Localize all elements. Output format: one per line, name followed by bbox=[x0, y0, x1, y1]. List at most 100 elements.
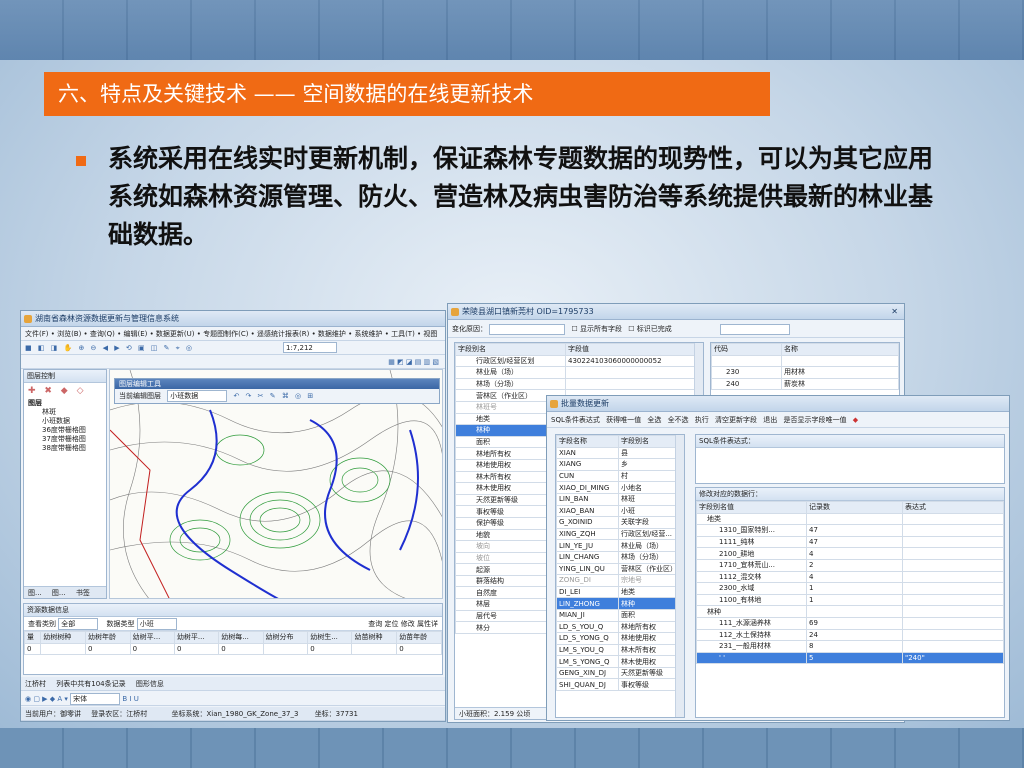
table-row[interactable]: YING_LIN_QU 营林区（作业区） bbox=[556, 562, 684, 576]
main-menu-bar[interactable]: 文件(F) • 浏览(B) • 查询(Q) • 编辑(E) • 数据更新(U) … bbox=[21, 327, 445, 341]
table-row[interactable]: XIAN 县 bbox=[556, 446, 684, 460]
table-row[interactable]: LIN_YE_JU 林业局（场） bbox=[556, 539, 684, 552]
expression-cell[interactable]: "240" bbox=[902, 651, 1004, 665]
close-icon[interactable]: ✕ bbox=[891, 304, 898, 320]
map-canvas[interactable]: 图层编辑工具 当前编辑图层 小班数据 ↶ ↷ ✂ ✎ ⌘ ◎ ⊞ bbox=[109, 369, 443, 599]
grid-header[interactable]: 表达式 bbox=[902, 501, 1004, 514]
table-row[interactable]: MIAN_JI 面积 bbox=[556, 608, 684, 622]
left-tab[interactable]: 图... bbox=[24, 589, 46, 597]
sql-expression-input[interactable] bbox=[696, 448, 1004, 482]
exit-button[interactable]: 退出 bbox=[763, 412, 777, 427]
layer-item[interactable]: 37度带栅格图 bbox=[28, 435, 106, 444]
query-button[interactable]: 查询 bbox=[368, 620, 382, 628]
scrollbar[interactable] bbox=[675, 435, 684, 717]
main-toolbar-2[interactable]: ▦ ◩ ◪ ▤ ▥ ▧ bbox=[21, 355, 445, 369]
status-tab[interactable]: 江桥村 bbox=[25, 680, 46, 688]
expression-cell[interactable] bbox=[902, 547, 1004, 560]
table-row[interactable]: 林场（分场） bbox=[455, 377, 703, 391]
edit-layer-select[interactable]: 小班数据 bbox=[167, 390, 228, 402]
pin-icon[interactable]: ◆ bbox=[853, 416, 858, 424]
expression-cell[interactable] bbox=[902, 640, 1004, 653]
table-row[interactable]: 2300_水域 1 bbox=[696, 582, 1004, 595]
grid-header[interactable]: 字段值 bbox=[565, 343, 703, 356]
show-unique-toggle[interactable]: 是否显示字段唯一值 bbox=[784, 412, 847, 427]
table-row[interactable]: ZONG_DI 宗地号 bbox=[556, 574, 684, 587]
table-row[interactable]: 1112_混交林 4 bbox=[696, 570, 1004, 584]
get-unique-button[interactable]: 获得唯一值 bbox=[606, 412, 641, 427]
table-row[interactable]: DI_LEI 地类 bbox=[556, 585, 684, 599]
expression-cell[interactable] bbox=[902, 535, 1004, 549]
table-row[interactable]: 240 薪炭林 bbox=[711, 377, 899, 391]
table-row[interactable]: 0 0 0 0 0 0 0 bbox=[24, 642, 442, 656]
table-row[interactable] bbox=[711, 354, 899, 368]
table-row[interactable]: XIAO_DI_MING 小地名 bbox=[556, 481, 684, 494]
table-row[interactable]: LIN_BAN 林班 bbox=[556, 492, 684, 506]
table-row[interactable]: LM_S_YONG_Q 林木使用权 bbox=[556, 655, 684, 668]
detail-button[interactable]: 属性详 bbox=[417, 620, 438, 628]
expression-cell[interactable] bbox=[902, 570, 1004, 584]
draw-toolbar[interactable]: ◉ ▢ ▶ ◆ A ▾ 宋体 B I U bbox=[21, 692, 445, 706]
layer-item[interactable]: 36度带栅格图 bbox=[28, 426, 106, 435]
table-row[interactable]: LIN_CHANG 林场（分场） bbox=[556, 550, 684, 564]
table-row[interactable]: 行政区划/经营区划 430224103060000000052 bbox=[455, 354, 703, 368]
expression-cell[interactable] bbox=[902, 558, 1004, 572]
table-row[interactable]: 111_水源涵养林 69 bbox=[696, 616, 1004, 630]
grid-header[interactable]: 幼树每... bbox=[218, 631, 264, 644]
grid-header[interactable]: 幼苗年龄 bbox=[396, 631, 442, 644]
layer-item[interactable]: 小班数据 bbox=[28, 417, 106, 426]
toolbar-icons[interactable]: ■ ◧ ◨ ✋ ⊕ ⊖ ◀ ▶ ⟲ ▣ ◫ ✎ ⌖ ◎ bbox=[25, 344, 194, 352]
code-filter-select[interactable] bbox=[719, 323, 790, 335]
table-row[interactable]: 林业局（场） bbox=[455, 366, 703, 379]
grid-header[interactable]: 记录数 bbox=[806, 501, 903, 514]
expression-cell[interactable] bbox=[902, 616, 1004, 630]
layer-item[interactable]: 38度带栅格图 bbox=[28, 444, 106, 453]
mark-done-checkbox[interactable]: ☐ 标识已完成 bbox=[628, 325, 672, 333]
select-none-button[interactable]: 全不选 bbox=[668, 412, 689, 427]
grid-header[interactable]: 字段别名 bbox=[618, 435, 684, 448]
expression-cell[interactable] bbox=[902, 593, 1004, 607]
field-value-cell[interactable] bbox=[565, 366, 703, 379]
grid-header[interactable]: 幼树平... bbox=[173, 631, 220, 644]
table-row[interactable]: XIAO_BAN 小班 bbox=[556, 504, 684, 518]
grid-header[interactable]: 字段别名值 bbox=[696, 501, 807, 514]
grid-header[interactable]: 幼树年龄 bbox=[84, 631, 131, 644]
execute-button[interactable]: 执行 bbox=[695, 412, 709, 427]
show-all-checkbox[interactable]: ☐ 显示所有字段 bbox=[571, 325, 622, 333]
status-tab[interactable]: 列表中共有104条记录 bbox=[56, 680, 125, 688]
table-row[interactable]: 林种 bbox=[696, 605, 1004, 618]
layer-item[interactable]: 林斑 bbox=[28, 408, 106, 417]
data-type-select[interactable]: 小班 bbox=[136, 618, 177, 630]
grid-header[interactable]: 量 bbox=[24, 631, 42, 644]
grid-header[interactable]: 幼树树种 bbox=[40, 631, 86, 644]
field-value-cell[interactable] bbox=[565, 377, 703, 391]
grid-header[interactable]: 代码 bbox=[711, 343, 782, 356]
table-row[interactable]: 1310_国家特别... 47 bbox=[696, 524, 1004, 537]
left-tab[interactable]: 图... bbox=[48, 589, 70, 597]
grid-header[interactable]: 名称 bbox=[781, 343, 899, 356]
grid-header[interactable]: 字段别名 bbox=[455, 343, 566, 356]
table-row[interactable]: 1100_有林地 1 bbox=[696, 593, 1004, 607]
scale-input[interactable]: 1:7,212 bbox=[283, 342, 337, 353]
left-tab[interactable]: 书签 bbox=[72, 589, 94, 597]
table-row[interactable]: CUN 村 bbox=[556, 469, 684, 483]
expression-cell[interactable] bbox=[902, 605, 1004, 618]
layer-tool-icons[interactable]: ✚ ✖ ◆ ◇ bbox=[24, 383, 106, 399]
grid-header[interactable]: 字段名称 bbox=[556, 435, 619, 448]
grid-header[interactable]: 幼树生... bbox=[307, 631, 353, 644]
table-row[interactable]: 112_水土保持林 24 bbox=[696, 628, 1004, 642]
query-type-select[interactable]: 全部 bbox=[58, 618, 99, 630]
edit-tool-icons[interactable]: ↶ ↷ ✂ ✎ ⌘ ◎ ⊞ bbox=[233, 392, 315, 400]
expression-cell[interactable] bbox=[902, 512, 1004, 526]
status-tab[interactable]: 图形信息 bbox=[136, 680, 164, 688]
table-row[interactable]: SHI_QUAN_DJ 事权等级 bbox=[556, 678, 684, 692]
modify-button[interactable]: 修改 bbox=[401, 620, 415, 628]
grid-header[interactable]: 幼苗树种 bbox=[351, 631, 398, 644]
table-row[interactable]: G_XOINID 关联字段 bbox=[556, 516, 684, 529]
table-row[interactable]: 1710_宜林荒山... 2 bbox=[696, 558, 1004, 572]
expression-cell[interactable] bbox=[902, 628, 1004, 642]
table-row[interactable]: 230 用材林 bbox=[711, 366, 899, 379]
table-row[interactable]: LD_S_YONG_Q 林地使用权 bbox=[556, 632, 684, 645]
grid-header[interactable]: 幼树平... bbox=[129, 631, 175, 644]
table-row[interactable]: LD_S_YOU_Q 林地所有权 bbox=[556, 620, 684, 634]
select-all-button[interactable]: 全选 bbox=[647, 412, 661, 427]
